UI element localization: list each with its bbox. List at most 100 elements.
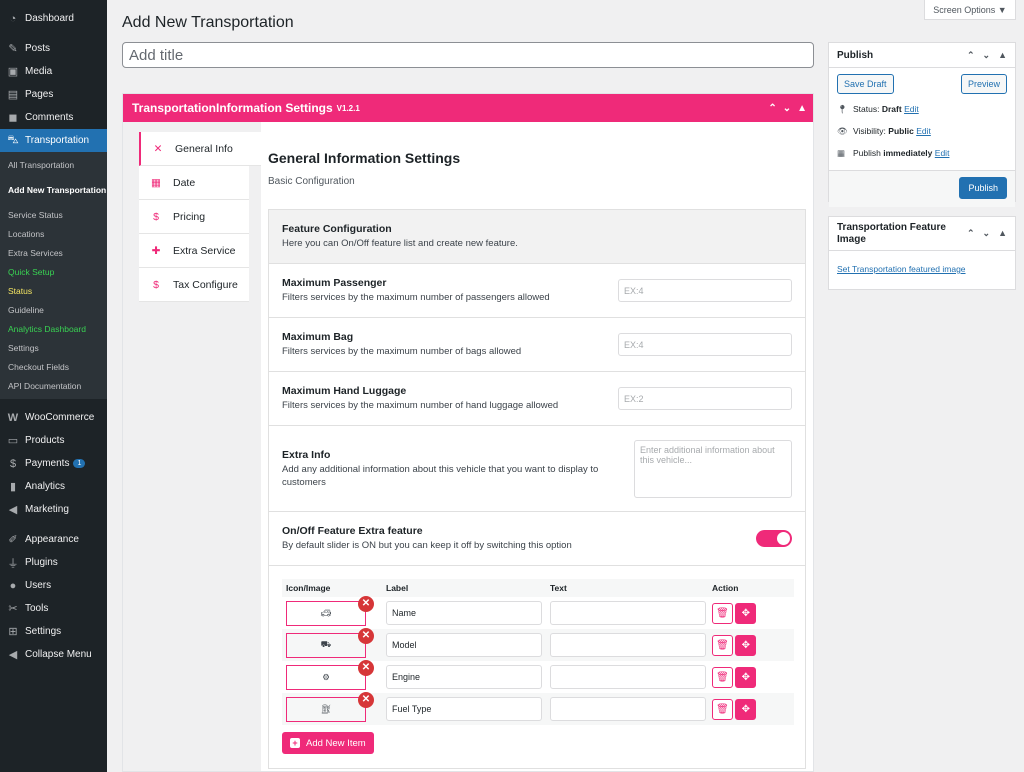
toggle-panel-icon[interactable]: ▲ <box>797 103 807 114</box>
delete-row-button[interactable]: 🗑︎ <box>712 698 733 720</box>
feature-icon-picker[interactable]: ⛽︎ ✕ <box>286 691 374 722</box>
add-new-item-button[interactable]: + Add New Item <box>282 732 374 754</box>
max-bag-row: Maximum Bag Filters services by the maxi… <box>269 318 805 372</box>
edit-status-link[interactable]: Edit <box>904 104 919 114</box>
menu-payments[interactable]: $ Payments 1 <box>0 452 107 475</box>
tab-pricing[interactable]: $ Pricing <box>139 200 249 234</box>
menu-label: Posts <box>25 43 51 54</box>
max-passenger-input[interactable] <box>618 279 792 302</box>
menu-collapse[interactable]: ◀ Collapse Menu <box>0 643 107 666</box>
calendar-icon: ▦ <box>151 176 161 189</box>
menu-marketing[interactable]: ◀ Marketing <box>0 498 107 521</box>
menu-posts[interactable]: ✎ Posts <box>0 37 107 60</box>
delete-row-button[interactable]: 🗑︎ <box>712 634 733 656</box>
section-subtitle: Basic Configuration <box>268 176 355 187</box>
submenu-add-new-transportation[interactable]: Add New Transportation <box>0 174 107 205</box>
submenu-status[interactable]: Status <box>0 281 107 300</box>
move-up-icon[interactable]: ⌃ <box>768 103 776 114</box>
move-row-button[interactable]: ✥ <box>735 666 757 688</box>
save-draft-button[interactable]: Save Draft <box>837 74 894 94</box>
toggle-panel-icon[interactable]: ▲ <box>998 50 1007 61</box>
menu-dashboard[interactable]: ◔ Dashboard <box>0 7 107 30</box>
publish-button[interactable]: Publish <box>959 177 1007 199</box>
submenu-all-transportation[interactable]: All Transportation <box>0 155 107 174</box>
submenu-analytics-dashboard[interactable]: Analytics Dashboard <box>0 319 107 338</box>
tab-label: Date <box>173 176 196 189</box>
publish-panel: Publish ⌃ ⌄ ▲ Save Draft Preview 📍︎ Stat… <box>828 42 1016 207</box>
menu-settings[interactable]: ⊞ Settings <box>0 620 107 643</box>
submenu-guideline[interactable]: Guideline <box>0 300 107 319</box>
submenu-checkout-fields[interactable]: Checkout Fields <box>0 357 107 376</box>
remove-icon-button[interactable]: ✕ <box>358 691 374 708</box>
tools-icon: ✕ <box>153 142 163 155</box>
submenu-extra-services[interactable]: Extra Services <box>0 243 107 262</box>
feature-text-input[interactable] <box>550 633 706 657</box>
max-hand-luggage-label: Maximum Hand Luggage <box>282 385 407 397</box>
menu-appearance[interactable]: ✐ Appearance <box>0 528 107 551</box>
remove-icon-button[interactable]: ✕ <box>358 595 374 612</box>
tab-date[interactable]: ▦ Date <box>139 166 249 200</box>
tab-tax-configure[interactable]: $ Tax Configure <box>139 268 249 302</box>
dashboard-icon: ◔ <box>9 12 17 25</box>
feature-label-input[interactable] <box>386 665 542 689</box>
move-row-button[interactable]: ✥ <box>735 602 757 624</box>
remove-icon-button[interactable]: ✕ <box>358 627 374 644</box>
submenu-service-status[interactable]: Service Status <box>0 205 107 224</box>
delete-row-button[interactable]: 🗑︎ <box>712 602 733 624</box>
move-down-icon[interactable]: ⌄ <box>783 103 791 114</box>
delete-row-button[interactable]: 🗑︎ <box>712 666 733 688</box>
max-hand-luggage-input[interactable] <box>618 387 792 410</box>
remove-icon-button[interactable]: ✕ <box>358 659 374 676</box>
move-row-button[interactable]: ✥ <box>735 634 757 656</box>
menu-tools[interactable]: ✂ Tools <box>0 597 107 620</box>
table-row: ⚙✕ 🗑︎ ✥ <box>282 659 794 693</box>
extra-info-label: Extra Info <box>282 448 331 461</box>
toggle-panel-icon[interactable]: ▲ <box>998 228 1007 239</box>
menu-products[interactable]: ▭ Products <box>0 429 107 452</box>
feature-text-input[interactable] <box>550 697 706 721</box>
submenu-quick-setup[interactable]: Quick Setup <box>0 262 107 281</box>
menu-label: Analytics <box>25 481 66 492</box>
feature-icon-picker[interactable]: 🚙︎ ✕ <box>286 595 374 626</box>
tab-extra-service[interactable]: ✚ Extra Service <box>139 234 249 268</box>
onoff-feature-toggle[interactable] <box>756 530 792 547</box>
feature-label-input[interactable] <box>386 633 542 657</box>
menu-label: Tools <box>25 603 49 614</box>
menu-media[interactable]: ▣ Media <box>0 60 107 83</box>
feature-icon-picker[interactable]: ⚙ ✕ <box>286 659 374 690</box>
max-passenger-label: Maximum Passenger <box>282 277 387 289</box>
tab-content: General Information Settings Basic Confi… <box>261 122 813 771</box>
submenu-locations[interactable]: Locations <box>0 224 107 243</box>
edit-schedule-link[interactable]: Edit <box>935 148 950 158</box>
move-down-icon[interactable]: ⌄ <box>983 228 991 239</box>
preview-button[interactable]: Preview <box>960 74 1007 94</box>
tab-general-info[interactable]: ✕ General Info <box>139 132 261 166</box>
feature-label-input[interactable] <box>386 601 542 625</box>
menu-comments[interactable]: ◼ Comments <box>0 106 107 129</box>
set-featured-image-link[interactable]: Set Transportation featured image <box>837 264 966 274</box>
schedule-line: ▦ Publish immediately Edit <box>837 142 1015 164</box>
screen-options-button[interactable]: Screen Options ▼ <box>924 0 1016 20</box>
extra-info-textarea[interactable] <box>634 439 792 498</box>
feature-label-input[interactable] <box>386 697 542 721</box>
submenu-api-documentation[interactable]: API Documentation <box>0 376 107 395</box>
move-up-icon[interactable]: ⌃ <box>967 50 975 61</box>
post-title-input[interactable] <box>122 42 814 68</box>
menu-analytics[interactable]: ▮ Analytics <box>0 475 107 498</box>
menu-label: Users <box>25 580 52 591</box>
edit-visibility-link[interactable]: Edit <box>916 126 931 136</box>
move-row-button[interactable]: ✥ <box>735 698 757 720</box>
feature-text-input[interactable] <box>550 601 706 625</box>
menu-plugins[interactable]: ⏚ Plugins <box>0 551 107 574</box>
submenu-settings[interactable]: Settings <box>0 338 107 357</box>
move-down-icon[interactable]: ⌄ <box>983 50 991 61</box>
max-bag-input[interactable] <box>618 333 792 356</box>
menu-users[interactable]: ● Users <box>0 574 107 597</box>
menu-woocommerce[interactable]: W WooCommerce <box>0 406 107 429</box>
menu-transportation[interactable]: ⛍ Transportation <box>0 129 107 152</box>
menu-pages[interactable]: ▤ Pages <box>0 83 107 106</box>
feature-text-input[interactable] <box>550 665 706 689</box>
feature-icon-picker[interactable]: ⛟ ✕ <box>286 627 374 658</box>
move-up-icon[interactable]: ⌃ <box>967 228 975 239</box>
table-row: 🚙︎ ✕ 🗑︎ ✥ <box>282 595 794 629</box>
